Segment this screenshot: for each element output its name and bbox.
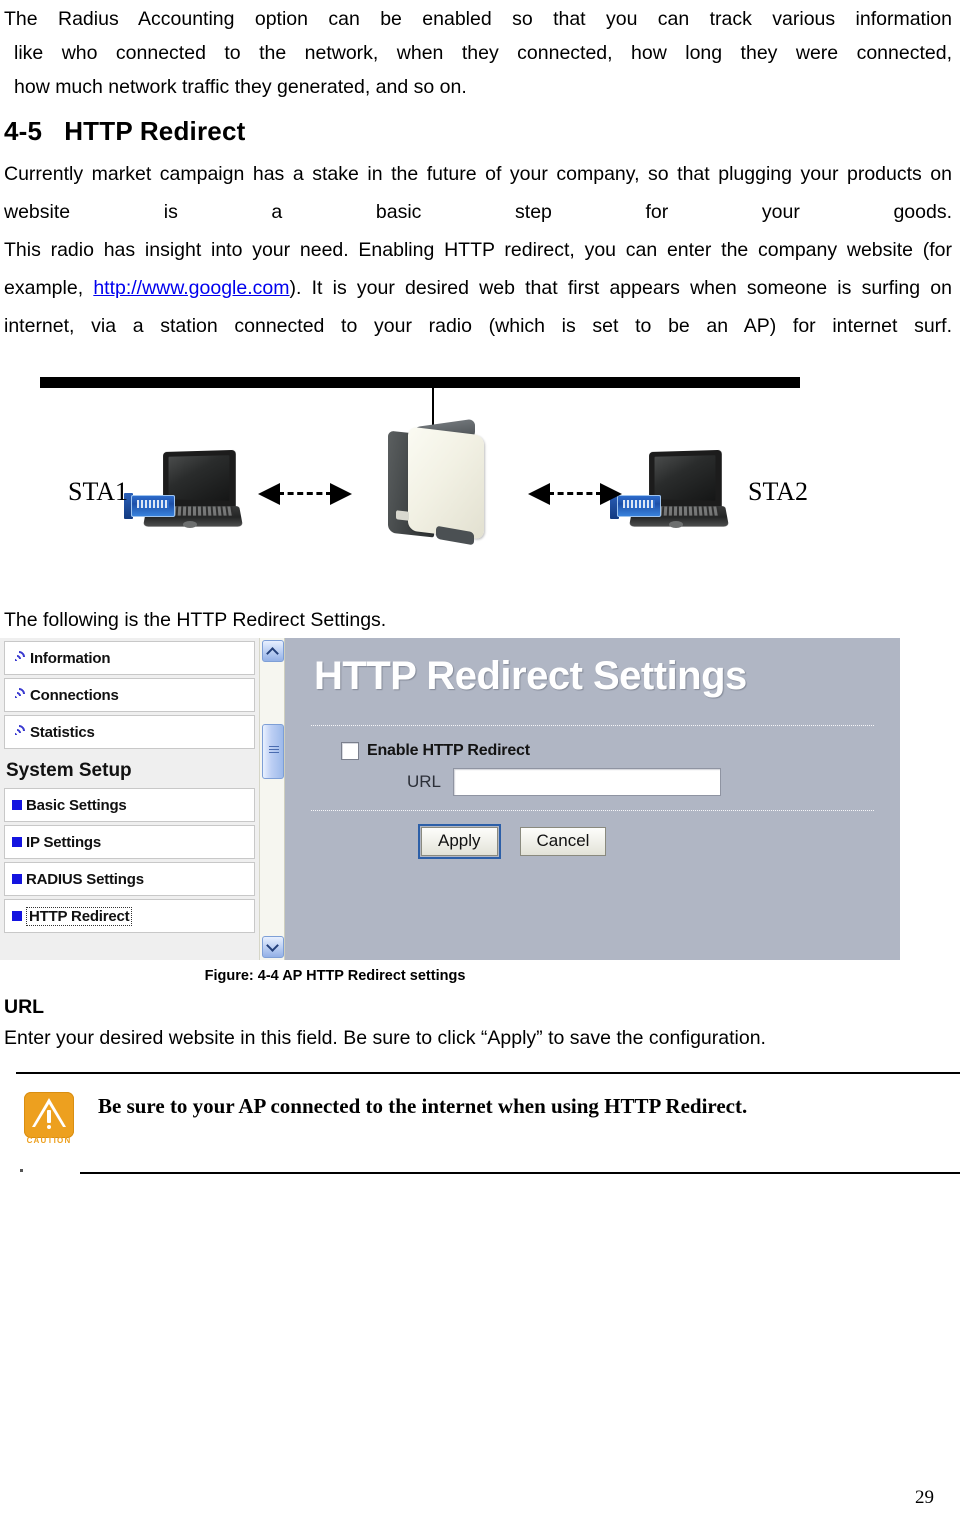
document-page: The Radius Accounting option can be enab… — [0, 2, 960, 1523]
arrow-head-left-icon — [258, 483, 280, 505]
note-tick-mark — [20, 1169, 23, 1172]
section-number: 4-5 — [4, 116, 43, 146]
arrow-head-left-icon — [528, 483, 550, 505]
network-diagram: STA1 STA2 — [0, 359, 960, 609]
wifi-wave-icon — [10, 648, 28, 666]
sta2-label: STA2 — [748, 477, 809, 506]
sidebar-item-radius-settings[interactable]: RADIUS Settings — [4, 862, 255, 896]
section-heading: 4-5 HTTP Redirect — [4, 116, 960, 147]
blue-square-bullet-icon — [12, 911, 22, 921]
blue-square-bullet-icon — [12, 874, 22, 884]
url-input[interactable] — [453, 768, 721, 796]
sidebar-item-label: IP Settings — [26, 833, 102, 851]
enable-http-redirect-label: Enable HTTP Redirect — [367, 742, 530, 759]
sidebar-item-http-redirect[interactable]: HTTP Redirect — [4, 899, 255, 933]
link-arrow-sta1 — [258, 483, 352, 505]
url-label: URL — [406, 772, 441, 791]
note-bottom-rule — [80, 1172, 960, 1174]
laptop-trackpad — [669, 521, 683, 528]
arrow-dashes — [548, 492, 602, 495]
network-backbone-line — [40, 377, 800, 388]
chevron-down-icon — [266, 939, 279, 952]
wifi-wave-icon — [10, 722, 28, 740]
sidebar-group-title: System Setup — [6, 760, 132, 781]
caution-note: CAUTION Be sure to your AP connected to … — [0, 1072, 960, 1176]
grip-icon — [269, 746, 279, 755]
ui-screenshot-figure: Information Connections Statistics Syste… — [0, 638, 900, 960]
paragraph-1: Currently market campaign has a stake in… — [4, 163, 952, 223]
blue-square-bullet-icon — [12, 837, 22, 847]
note-top-rule — [16, 1072, 960, 1074]
scroll-down-button[interactable] — [262, 936, 284, 958]
caution-text: Be sure to your AP connected to the inte… — [98, 1094, 748, 1118]
scrollbar-thumb[interactable] — [262, 724, 284, 779]
sidebar-item-connections[interactable]: Connections — [4, 678, 255, 712]
url-row: URL — [341, 768, 874, 796]
panel-title: HTTP Redirect Settings — [314, 654, 747, 698]
sidebar-item-information[interactable]: Information — [4, 641, 255, 675]
ui-sidebar: Information Connections Statistics Syste… — [0, 638, 259, 960]
url-section-heading: URL — [4, 996, 45, 1018]
caution-icon-label: CAUTION — [26, 1136, 72, 1145]
laptop-sta2-icon — [610, 449, 730, 537]
laptop-screen — [654, 455, 716, 501]
sidebar-item-label: Basic Settings — [26, 796, 127, 814]
caution-plate — [24, 1092, 74, 1138]
section-title: HTTP Redirect — [64, 116, 246, 146]
follow-up-line: The following is the HTTP Redirect Setti… — [4, 609, 387, 631]
chevron-up-icon — [266, 647, 279, 660]
laptop-sta1-icon — [124, 449, 244, 537]
sidebar-item-basic-settings[interactable]: Basic Settings — [4, 788, 255, 822]
laptop-screen — [168, 455, 230, 501]
intro-line-1: The Radius Accounting option can be enab… — [4, 8, 952, 30]
sta1-label: STA1 — [68, 477, 129, 506]
sidebar-item-label: Statistics — [30, 723, 95, 741]
settings-panel: HTTP Redirect Settings Enable HTTP Redir… — [285, 638, 900, 960]
enable-http-redirect-checkbox[interactable] — [341, 742, 359, 760]
enable-http-redirect-row[interactable]: Enable HTTP Redirect — [341, 742, 874, 760]
paragraph-2: This radio has insight into your need. E… — [4, 231, 952, 345]
scroll-up-button[interactable] — [262, 640, 284, 662]
panel-fields: Enable HTTP Redirect URL — [311, 726, 874, 796]
panel-buttons: Apply Cancel — [311, 811, 874, 859]
intro-paragraph: The Radius Accounting option can be enab… — [0, 2, 960, 104]
apply-button[interactable]: Apply — [418, 824, 501, 859]
figure-caption: Figure: 4-4 AP HTTP Redirect settings — [204, 968, 466, 984]
sidebar-item-ip-settings[interactable]: IP Settings — [4, 825, 255, 859]
sidebar-scrollbar[interactable] — [259, 638, 285, 960]
panel-divider-top — [311, 725, 874, 726]
blue-square-bullet-icon — [12, 800, 22, 810]
ap-front-panel — [408, 426, 484, 540]
exclamation-bar-icon — [47, 1110, 51, 1123]
arrow-dashes — [278, 492, 332, 495]
intro-line-2: like who connected to the network, when … — [14, 42, 952, 64]
sidebar-item-label: Connections — [30, 686, 119, 704]
link-arrow-sta2 — [528, 483, 622, 505]
wireless-pcmcia-card — [617, 495, 661, 517]
exclamation-dot-icon — [47, 1125, 51, 1129]
panel-divider-bottom — [311, 810, 874, 811]
access-point-device-icon — [388, 418, 492, 546]
ap-led — [396, 510, 409, 521]
page-number: 29 — [915, 1487, 934, 1508]
cancel-button[interactable]: Cancel — [519, 827, 607, 856]
sidebar-item-label: RADIUS Settings — [26, 870, 144, 888]
sidebar-item-label: HTTP Redirect — [26, 906, 133, 926]
sidebar-item-label: Information — [30, 649, 111, 667]
sidebar-item-statistics[interactable]: Statistics — [4, 715, 255, 749]
intro-line-3: how much network traffic they generated,… — [14, 76, 467, 98]
arrow-head-right-icon — [600, 483, 622, 505]
google-link[interactable]: http://www.google.com — [93, 277, 289, 299]
caution-icon: CAUTION — [24, 1092, 74, 1148]
url-section-body: Enter your desired website in this field… — [4, 1027, 766, 1049]
wifi-wave-icon — [10, 685, 28, 703]
wireless-pcmcia-card — [131, 495, 175, 517]
arrow-head-right-icon — [330, 483, 352, 505]
laptop-trackpad — [183, 521, 197, 528]
